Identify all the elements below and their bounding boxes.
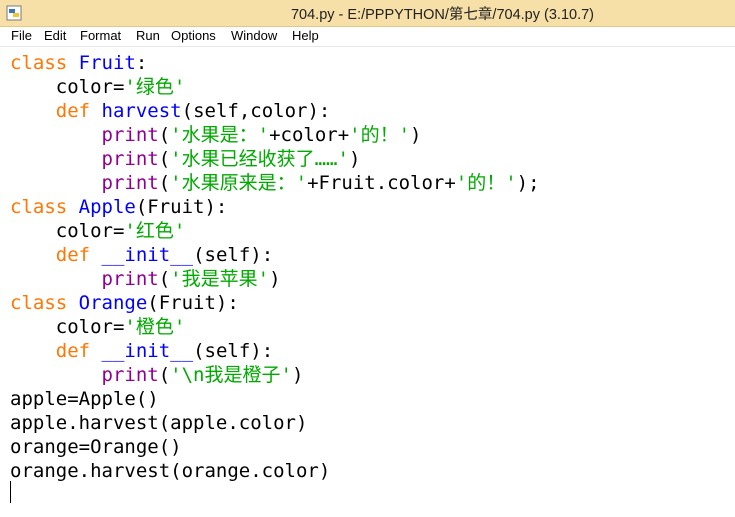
- menu-run[interactable]: Run: [136, 28, 160, 43]
- menu-format[interactable]: Format: [80, 28, 121, 43]
- code-line: def __init__(self):: [55, 340, 274, 362]
- code-line: orange.harvest(orange.color): [10, 460, 331, 482]
- code-editor[interactable]: class Fruit: color='绿色' def harvest(self…: [0, 47, 735, 517]
- code-line: class Orange(Fruit):: [10, 292, 239, 314]
- code-line: print('水果是：'+color+'的！'): [101, 124, 422, 146]
- title-bar[interactable]: 704.py - E:/PPPYTHON/第七章/704.py (3.10.7): [0, 0, 735, 27]
- code-line: apple=Apple(): [10, 388, 159, 410]
- menu-bar: File Edit Format Run Options Window Help: [0, 27, 735, 47]
- code-line: class Fruit:: [10, 52, 148, 74]
- menu-help[interactable]: Help: [292, 28, 319, 43]
- text-cursor: [10, 481, 11, 503]
- menu-edit[interactable]: Edit: [44, 28, 66, 43]
- code-line: print('\n我是橙子'): [101, 364, 304, 386]
- menu-file[interactable]: File: [11, 28, 32, 43]
- code-line: class Apple(Fruit):: [10, 196, 228, 218]
- code-line: color='橙色': [55, 316, 186, 338]
- code-line: color='绿色': [55, 76, 186, 98]
- code-line: print('我是苹果'): [101, 268, 281, 290]
- menu-window[interactable]: Window: [231, 28, 277, 43]
- code-line: def harvest(self,color):: [55, 100, 331, 122]
- code-line: def __init__(self):: [55, 244, 274, 266]
- code-line: orange=Orange(): [10, 436, 182, 458]
- code-line: color='红色': [55, 220, 186, 242]
- code-line: print('水果已经收获了……'): [101, 148, 361, 170]
- window-title: 704.py - E:/PPPYTHON/第七章/704.py (3.10.7): [290, 7, 594, 23]
- code-line: apple.harvest(apple.color): [10, 412, 308, 434]
- menu-options[interactable]: Options: [171, 28, 216, 43]
- code-line: print('水果原来是：'+Fruit.color+'的！');: [101, 172, 540, 194]
